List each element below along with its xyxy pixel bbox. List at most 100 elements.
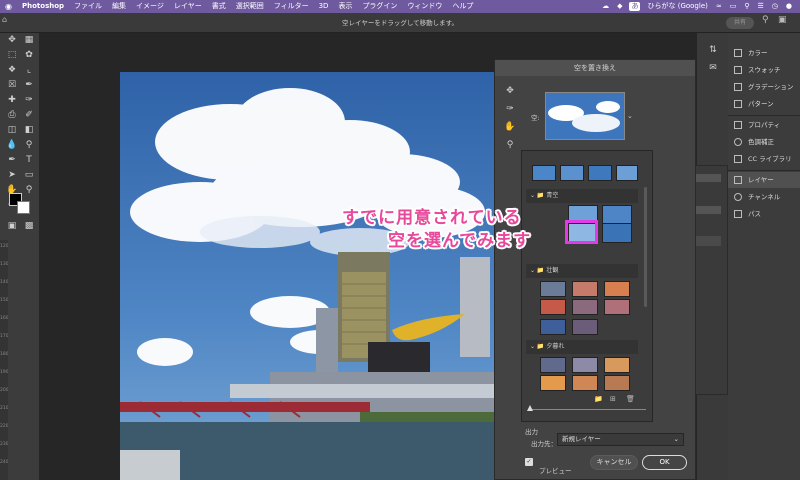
eyedropper-tool-icon[interactable]: ✒ [22, 78, 36, 92]
blur-tool-icon[interactable]: 💧 [5, 138, 19, 152]
menu-filter[interactable]: フィルター [269, 0, 314, 13]
zoom-tool-icon[interactable]: ⚲ [503, 138, 517, 152]
panel-swatches[interactable]: スウォッチ [728, 62, 800, 78]
spectacular-sky-thumbnail[interactable] [540, 299, 566, 315]
quick-mask-icon[interactable]: ▣ [5, 219, 19, 233]
recent-sky-thumbnail[interactable] [616, 165, 638, 181]
panel-properties[interactable]: プロパティ [728, 117, 800, 133]
menu-type[interactable]: 書式 [207, 0, 231, 13]
ok-button[interactable]: OK [642, 455, 687, 470]
menu-3d[interactable]: 3D [314, 0, 334, 13]
healing-brush-tool-icon[interactable]: ✚ [5, 93, 19, 107]
app-name-menu[interactable]: Photoshop [17, 0, 69, 13]
gradient-tool-icon[interactable]: ◧ [22, 123, 36, 137]
siri-icon[interactable]: ● [782, 0, 796, 13]
panel-gradients[interactable]: グラデーション [728, 79, 800, 95]
menu-layer[interactable]: レイヤー [169, 0, 207, 13]
sunset-sky-thumbnail[interactable] [604, 375, 630, 391]
sunset-sky-thumbnail[interactable] [572, 375, 598, 391]
sunset-sky-thumbnail[interactable] [540, 357, 566, 373]
eraser-tool-icon[interactable]: ◫ [5, 123, 19, 137]
lasso-tool-icon[interactable]: ✿ [22, 48, 36, 62]
spectacular-sky-thumbnail[interactable] [604, 281, 630, 297]
creative-cloud-icon[interactable]: ☁ [598, 0, 613, 13]
path-select-tool-icon[interactable]: ➤ [5, 168, 19, 182]
spectacular-sky-thumbnail[interactable] [572, 281, 598, 297]
clock-icon[interactable]: ◷ [768, 0, 782, 13]
wifi-icon[interactable]: ≈ [712, 0, 726, 13]
group-header-spectacular[interactable]: ⌄ 📁 壮観 [526, 264, 638, 278]
control-center-icon[interactable]: ☰ [754, 0, 768, 13]
panel-cc-libraries[interactable]: CC ライブラリ [728, 151, 800, 167]
recent-sky-thumbnail[interactable] [532, 165, 556, 181]
spectacular-sky-thumbnail[interactable] [540, 281, 566, 297]
selected-sky-thumbnail[interactable] [545, 92, 625, 140]
blue-sky-thumbnail[interactable] [602, 205, 632, 225]
spectacular-sky-thumbnail[interactable] [540, 319, 566, 335]
cancel-button[interactable]: キャンセル [590, 455, 638, 470]
dropbox-icon[interactable]: ◆ [613, 0, 626, 13]
search-icon[interactable]: ⚲ [762, 15, 769, 25]
battery-icon[interactable]: ▭ [726, 0, 741, 13]
type-tool-icon[interactable]: T [22, 153, 36, 167]
sky-brush-tool-icon[interactable]: ✑ [503, 102, 517, 116]
new-group-icon[interactable]: 📁 [594, 395, 603, 403]
menu-window[interactable]: ウィンドウ [402, 0, 447, 13]
zoom-tool-icon[interactable]: ⚲ [22, 183, 36, 197]
trash-icon[interactable]: 🗑 [626, 395, 635, 403]
hand-tool-icon[interactable]: ✋ [503, 120, 517, 134]
sunset-sky-thumbnail[interactable] [540, 375, 566, 391]
shape-tool-icon[interactable]: ▭ [22, 168, 36, 182]
blue-sky-thumbnail[interactable] [602, 223, 632, 243]
history-panel-icon[interactable]: ⇅ [706, 43, 720, 57]
frame-tool-icon[interactable]: ☒ [5, 78, 19, 92]
recent-sky-thumbnail[interactable] [588, 165, 612, 181]
screen-mode-icon[interactable]: ▩ [22, 219, 36, 233]
menu-image[interactable]: イメージ [131, 0, 169, 13]
menu-help[interactable]: ヘルプ [447, 0, 478, 13]
panel-channels[interactable]: チャンネル [728, 189, 800, 205]
background-color-swatch[interactable] [17, 201, 30, 214]
panel-adjustments[interactable]: 色調補正 [728, 134, 800, 150]
menu-file[interactable]: ファイル [69, 0, 107, 13]
thumbnail-size-slider[interactable] [530, 409, 646, 410]
clone-stamp-tool-icon[interactable]: ⎙ [5, 108, 19, 122]
spectacular-sky-thumbnail[interactable] [572, 319, 598, 335]
add-sky-icon[interactable]: ⊞ [610, 395, 616, 403]
input-method-badge[interactable]: あ [629, 2, 641, 11]
group-header-sunset[interactable]: ⌄ 📁 夕暮れ [526, 340, 638, 354]
gallery-scrollbar[interactable] [644, 187, 647, 307]
spectacular-sky-thumbnail[interactable] [572, 299, 598, 315]
input-method-label[interactable]: ひらがな (Google) [643, 0, 711, 13]
marquee-tool-icon[interactable]: ⬚ [5, 48, 19, 62]
menu-select[interactable]: 選択範囲 [231, 0, 269, 13]
home-icon[interactable]: ⌂ [2, 15, 7, 24]
artboard-tool-icon[interactable]: ▦ [22, 33, 36, 47]
object-select-tool-icon[interactable]: ❖ [5, 63, 19, 77]
pen-tool-icon[interactable]: ✒ [5, 153, 19, 167]
panel-patterns[interactable]: パターン [728, 96, 800, 112]
sky-dropdown-chevron-icon[interactable]: ⌄ [627, 112, 633, 120]
search-icon[interactable]: ⚲ [740, 0, 753, 13]
spectacular-sky-thumbnail[interactable] [604, 299, 630, 315]
history-brush-tool-icon[interactable]: ✐ [22, 108, 36, 122]
crop-tool-icon[interactable]: ⌞ [22, 63, 36, 77]
sunset-sky-thumbnail[interactable] [604, 357, 630, 373]
recent-sky-thumbnail[interactable] [560, 165, 584, 181]
menu-edit[interactable]: 編集 [107, 0, 131, 13]
apple-menu-icon[interactable]: ◉ [0, 0, 17, 13]
comments-panel-icon[interactable]: ✉ [706, 61, 720, 75]
output-to-select[interactable]: 新規レイヤー ⌄ [557, 433, 684, 446]
panel-paths[interactable]: パス [728, 206, 800, 222]
menu-view[interactable]: 表示 [333, 0, 357, 13]
panel-layers[interactable]: レイヤー [728, 172, 800, 188]
sunset-sky-thumbnail[interactable] [572, 357, 598, 373]
panel-color[interactable]: カラー [728, 45, 800, 61]
move-tool-icon[interactable]: ✥ [5, 33, 19, 47]
preview-checkbox[interactable]: ✓ [525, 458, 533, 466]
workspace-icon[interactable]: ▣ [778, 15, 787, 25]
sky-move-tool-icon[interactable]: ✥ [503, 84, 517, 98]
menu-plugins[interactable]: プラグイン [357, 0, 402, 13]
dodge-tool-icon[interactable]: ⚲ [22, 138, 36, 152]
document-photo[interactable] [120, 72, 500, 480]
